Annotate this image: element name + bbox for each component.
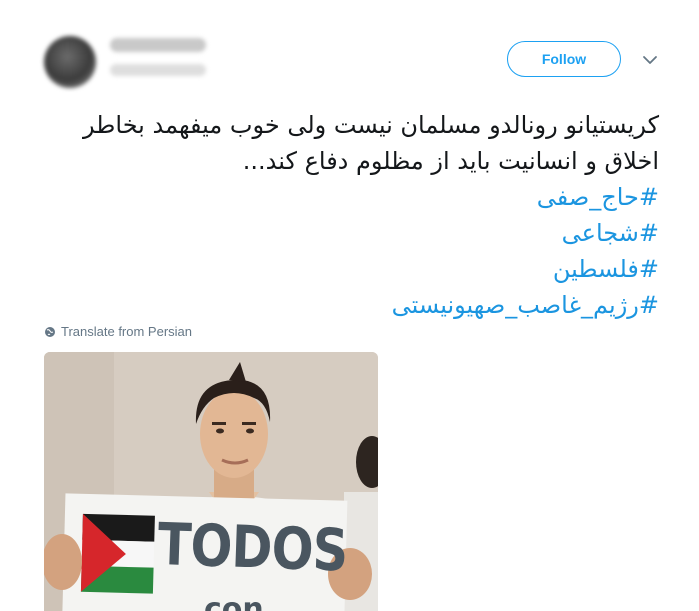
hashtag-link[interactable]: #حاج_صفی bbox=[40, 179, 659, 215]
tweet-text-line: کریستیانو رونالدو مسلمان نیست ولی خوب می… bbox=[83, 111, 659, 139]
sign-text: TODOS bbox=[156, 510, 349, 585]
sign-text-partial: con bbox=[204, 592, 264, 611]
author-name-blurred[interactable] bbox=[110, 38, 206, 52]
hashtag-link[interactable]: #رژیم_غاصب_صهیونیستی bbox=[40, 287, 659, 323]
avatar[interactable] bbox=[44, 36, 96, 88]
hashtag-link[interactable]: #شجاعی bbox=[40, 215, 659, 251]
hashtag-link[interactable]: #فلسطین bbox=[40, 251, 659, 287]
chevron-down-icon[interactable] bbox=[640, 50, 660, 70]
follow-button[interactable]: Follow bbox=[507, 41, 621, 77]
tweet-card: Follow کریستیانو رونالدو مسلمان نیست ولی… bbox=[0, 0, 699, 611]
tweet-text: کریستیانو رونالدو مسلمان نیست ولی خوب می… bbox=[40, 107, 659, 323]
translate-link[interactable]: Translate from Persian bbox=[44, 324, 192, 339]
author-handle-blurred[interactable] bbox=[110, 64, 206, 76]
globe-icon bbox=[45, 326, 55, 337]
tweet-text-line: اخلاق و انسانیت باید از مظلوم دفاع کند..… bbox=[242, 147, 659, 175]
author-info[interactable] bbox=[110, 38, 206, 76]
tweet-photo[interactable]: TODOS con bbox=[44, 352, 378, 611]
translate-label[interactable]: Translate from Persian bbox=[61, 324, 192, 339]
